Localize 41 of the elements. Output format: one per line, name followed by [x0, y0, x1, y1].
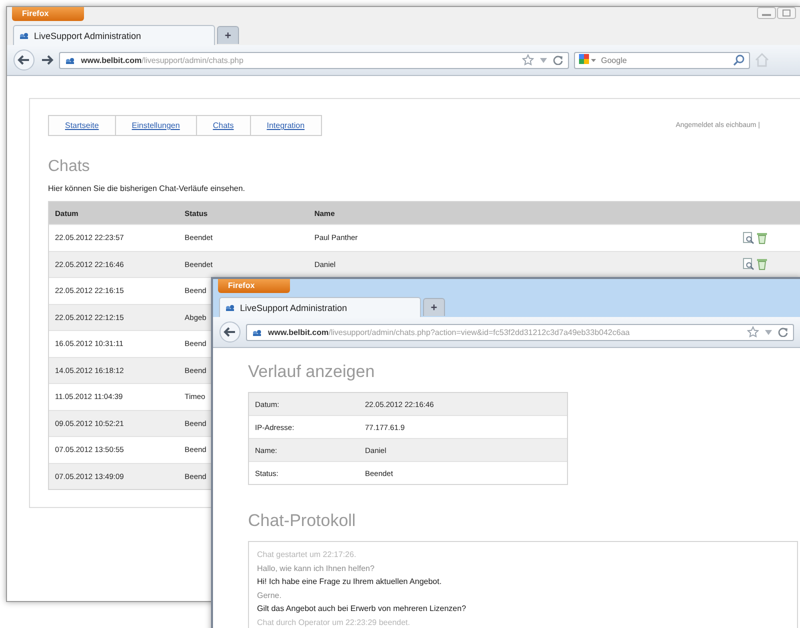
search-field[interactable]: Google — [574, 52, 750, 68]
site-favicon-icon — [65, 56, 75, 64]
reload-icon[interactable] — [778, 327, 788, 337]
nav-link[interactable]: Integration — [250, 116, 321, 135]
url-text: www.belbit.com/livesupport/admin/chats.php?action=view&id=fc53f2dd31212c3d7a49eb33b042c6aa — [268, 328, 631, 336]
view-page-icon[interactable] — [743, 232, 754, 244]
bookmark-star-icon[interactable] — [522, 54, 534, 66]
section-heading: Chat-Protokoll — [248, 511, 356, 531]
url-text: www.belbit.com/livesupport/admin/chats.php — [81, 56, 244, 64]
search-input[interactable]: Google — [601, 56, 729, 64]
search-icon[interactable] — [733, 54, 745, 66]
view-page-icon[interactable] — [743, 258, 754, 270]
dropdown-icon[interactable] — [540, 58, 547, 62]
reload-icon[interactable] — [553, 55, 563, 65]
search-engine-icon[interactable] — [579, 54, 597, 66]
new-tab-button[interactable]: + — [423, 298, 445, 316]
chat-message: Hi! Ich habe eine Frage zu Ihrem aktuellen Angebot. — [257, 576, 443, 588]
chat-message: Hallo, wie kann ich Ihnen helfen? — [257, 562, 376, 574]
chat-message: Chat gestartet um 22:17:26. — [257, 549, 358, 561]
address-field[interactable]: www.belbit.com/livesupport/admin/chats.php — [59, 52, 569, 68]
nav-link[interactable]: Startseite — [49, 116, 116, 135]
nav-link[interactable]: Chats — [196, 116, 251, 135]
address-field[interactable]: www.belbit.com/livesupport/admin/chats.php?action=view&id=fc53f2dd31212c3d7a49eb33b042c6aa — [246, 324, 794, 340]
chat-message: Gilt das Angebot auch bei Erwerb von mehreren Lizenzen? — [257, 603, 468, 615]
site-favicon-icon — [19, 31, 29, 40]
trash-icon[interactable] — [757, 258, 768, 270]
bookmark-star-icon[interactable] — [747, 326, 759, 338]
browser-tab[interactable]: LiveSupport Administration — [219, 297, 421, 317]
window-controls-icon[interactable] — [757, 7, 797, 19]
site-favicon-icon — [225, 303, 235, 312]
forward-arrow-icon[interactable] — [40, 53, 54, 67]
chat-message: Chat durch Operator um 22:23:29 beendet. — [257, 616, 411, 628]
page-heading: Chats — [48, 158, 91, 176]
site-favicon-icon — [252, 328, 262, 336]
trash-icon[interactable] — [757, 232, 768, 244]
nav-link[interactable]: Einstellungen — [116, 116, 197, 135]
browser-tab[interactable]: LiveSupport Administration — [13, 25, 215, 45]
page-description: Hier können Sie die bisherigen Chat-Verläufe einsehen. — [48, 184, 246, 193]
page-heading: Verlauf anzeigen — [248, 362, 375, 382]
new-tab-button[interactable]: + — [217, 26, 239, 44]
chat-message: Gerne. — [257, 590, 282, 602]
